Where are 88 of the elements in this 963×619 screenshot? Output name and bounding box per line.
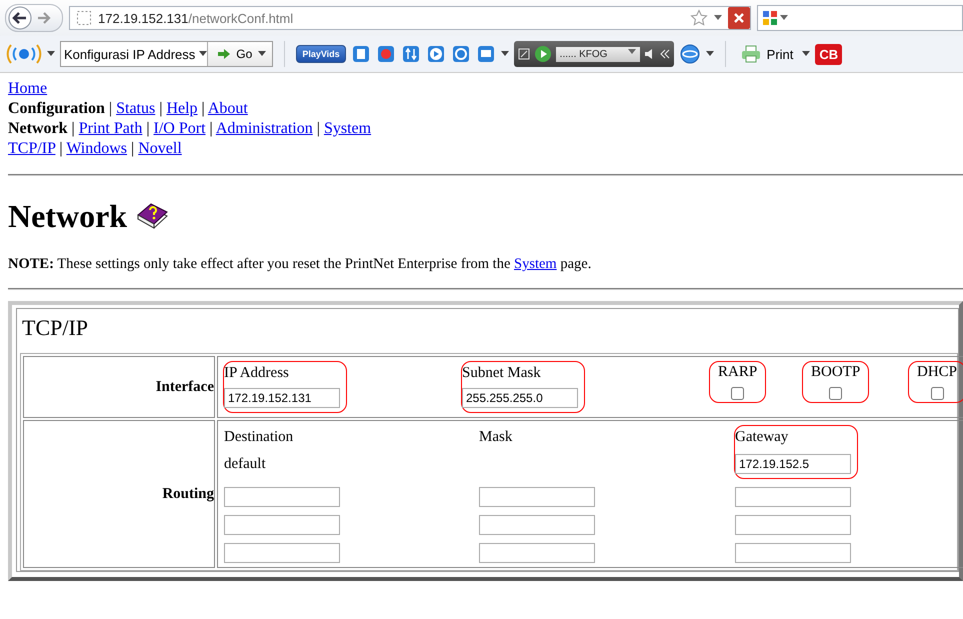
- nav-link[interactable]: System: [324, 120, 372, 137]
- system-link[interactable]: System: [514, 256, 557, 272]
- checkbox[interactable]: [930, 387, 944, 400]
- separator: |: [108, 100, 112, 117]
- play-icon[interactable]: [534, 45, 552, 63]
- search-engine-icon: [762, 10, 778, 26]
- collapse-icon[interactable]: [660, 49, 670, 59]
- text-field[interactable]: 172.19.152.131: [224, 388, 340, 408]
- separator: |: [59, 140, 63, 157]
- text-field[interactable]: [224, 515, 340, 535]
- separator: |: [159, 100, 162, 117]
- address-dropdown[interactable]: Konfigurasi IP Address Go: [60, 41, 274, 67]
- nav-link[interactable]: TCP/IP: [8, 140, 56, 157]
- note-text: NOTE: These settings only take effect after you reset the PrintNet Enterprise from the System page.: [8, 256, 592, 273]
- star-icon[interactable]: [690, 9, 708, 27]
- dropdown-arrow-icon[interactable]: [706, 51, 714, 57]
- row-label: Routing: [23, 420, 215, 568]
- field-label: BOOTP: [811, 363, 860, 381]
- dropdown-arrow-icon[interactable]: [47, 51, 55, 57]
- dropdown-arrow-icon: [628, 48, 636, 54]
- printer-icon: [740, 45, 761, 63]
- cb-logo[interactable]: CB: [815, 44, 842, 64]
- address-text: 172.19.152.131/networkConf.html: [98, 10, 294, 26]
- field-label: RARP: [718, 363, 758, 381]
- dropdown-arrow-icon[interactable]: [199, 51, 208, 57]
- nav-link[interactable]: Windows: [66, 140, 128, 157]
- screen-icon[interactable]: [476, 44, 496, 64]
- dropdown-arrow-icon[interactable]: [780, 15, 788, 21]
- separator: |: [202, 100, 205, 117]
- station-dropdown[interactable]: ...... KFOG: [556, 46, 640, 62]
- nav-link[interactable]: Administration: [216, 120, 313, 137]
- close-button[interactable]: [728, 7, 750, 29]
- text-field[interactable]: [735, 543, 851, 563]
- field-label: DHCP: [917, 363, 958, 381]
- cell-text: default: [224, 455, 266, 474]
- arrow-icon: [218, 49, 230, 59]
- popout-icon[interactable]: [518, 48, 530, 60]
- separator: |: [72, 120, 75, 137]
- separator: |: [146, 120, 150, 137]
- nav-link[interactable]: Help: [166, 100, 198, 117]
- nav-link[interactable]: About: [208, 100, 248, 117]
- close-icon: [733, 12, 745, 24]
- nav-link[interactable]: Status: [116, 100, 156, 117]
- nav-link[interactable]: I/O Port: [154, 120, 206, 137]
- nav-current: Configuration: [8, 100, 105, 117]
- text-field[interactable]: [735, 487, 851, 507]
- text-field[interactable]: [224, 543, 340, 563]
- print-button[interactable]: Print: [736, 45, 798, 63]
- help-book-icon: [135, 201, 170, 231]
- panel-title: TCP/IP: [21, 314, 90, 342]
- back-icon[interactable]: [6, 6, 34, 30]
- go-button[interactable]: Go: [207, 42, 272, 66]
- nav-link[interactable]: Home: [8, 80, 48, 97]
- address-bar[interactable]: 172.19.152.131/networkConf.html: [69, 6, 751, 30]
- column-header: Gateway: [735, 428, 788, 446]
- text-field[interactable]: [224, 487, 340, 507]
- playvids-logo[interactable]: PlayVids: [296, 45, 346, 63]
- column-header: Destination: [224, 428, 294, 446]
- text-field[interactable]: 172.19.152.5: [735, 454, 851, 474]
- text-field[interactable]: [479, 515, 595, 535]
- search-field[interactable]: [757, 5, 963, 31]
- dropdown-value: Konfigurasi IP Address: [63, 46, 196, 62]
- separator: |: [131, 140, 134, 157]
- separator: |: [210, 120, 213, 137]
- transfer-icon[interactable]: [400, 44, 421, 64]
- nav-current: Network: [8, 120, 68, 137]
- text-field[interactable]: [735, 515, 851, 535]
- separator: |: [316, 120, 320, 137]
- dropdown-arrow-icon[interactable]: [802, 51, 810, 57]
- dropdown-arrow-icon[interactable]: [500, 51, 509, 57]
- page-heading: Network: [8, 198, 128, 234]
- field-label: IP Address: [224, 364, 289, 382]
- checkbox[interactable]: [731, 387, 744, 400]
- nav-link[interactable]: Print Path: [78, 120, 142, 137]
- page-icon: [76, 10, 92, 26]
- nav-link[interactable]: Novell: [138, 140, 182, 157]
- text-field[interactable]: [479, 487, 595, 507]
- broadcast-icon[interactable]: [6, 43, 42, 65]
- record-icon[interactable]: [376, 44, 396, 64]
- row-label: Interface: [23, 356, 215, 418]
- text-field[interactable]: 255.255.255.0: [462, 388, 578, 408]
- dropdown-arrow-icon: [258, 51, 266, 57]
- text-field[interactable]: [479, 543, 595, 563]
- column-header: Mask: [479, 428, 512, 446]
- field-label: Subnet Mask: [462, 364, 541, 382]
- dropdown-arrow-icon[interactable]: [714, 15, 722, 21]
- checkbox[interactable]: [829, 387, 842, 400]
- globe-icon[interactable]: [678, 43, 701, 65]
